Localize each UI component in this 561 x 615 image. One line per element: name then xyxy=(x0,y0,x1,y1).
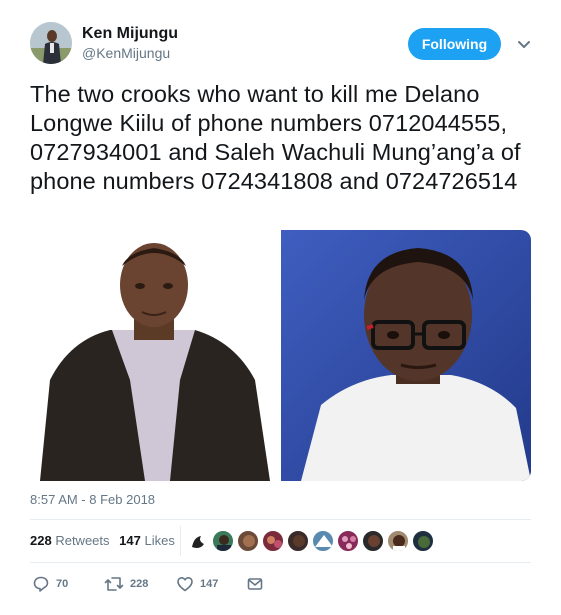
likes-label: Likes xyxy=(144,533,175,548)
tweet-photo-2[interactable] xyxy=(281,230,531,481)
liker-avatar[interactable] xyxy=(387,530,409,552)
user-handle[interactable]: @KenMijungu xyxy=(82,44,178,62)
stats-separator xyxy=(180,526,181,556)
liker-avatar[interactable] xyxy=(237,530,259,552)
liker-avatar[interactable] xyxy=(312,530,334,552)
tweet-photo-1[interactable] xyxy=(30,230,279,481)
reply-count: 70 xyxy=(56,578,69,590)
like-button[interactable]: 147 xyxy=(176,574,218,594)
retweets-label: Retweets xyxy=(55,533,110,548)
chevron-down-icon[interactable] xyxy=(516,36,532,52)
avatar[interactable] xyxy=(30,22,72,64)
liker-avatar[interactable] xyxy=(362,530,384,552)
divider xyxy=(30,519,531,520)
liker-avatar[interactable] xyxy=(412,530,434,552)
divider xyxy=(30,562,531,563)
retweet-icon xyxy=(104,577,124,591)
liker-avatar[interactable] xyxy=(287,530,309,552)
retweet-button[interactable]: 228 xyxy=(104,574,148,594)
likes-stat[interactable]: 147 Likes xyxy=(119,532,175,550)
display-name[interactable]: Ken Mijungu xyxy=(82,24,178,44)
liker-avatar[interactable] xyxy=(262,530,284,552)
liker-avatar[interactable] xyxy=(187,530,209,552)
tweet-header: Ken Mijungu @KenMijungu Following xyxy=(30,22,540,66)
direct-message-button[interactable] xyxy=(246,574,264,594)
likes-count: 147 xyxy=(119,533,141,548)
retweets-stat[interactable]: 228 Retweets xyxy=(30,532,110,550)
like-count: 147 xyxy=(200,578,219,590)
reply-button[interactable]: 70 xyxy=(32,574,68,594)
tweet-stats: 228 Retweets 147 Likes xyxy=(30,526,181,556)
reply-icon xyxy=(33,576,49,592)
retweets-count: 228 xyxy=(30,533,52,548)
following-button[interactable]: Following xyxy=(408,28,501,60)
user-names: Ken Mijungu @KenMijungu xyxy=(82,24,178,62)
heart-icon xyxy=(177,577,193,592)
retweet-count: 228 xyxy=(130,578,149,590)
message-icon xyxy=(247,578,263,590)
liker-avatar[interactable] xyxy=(212,530,234,552)
tweet-timestamp[interactable]: 8:57 AM - 8 Feb 2018 xyxy=(30,492,155,507)
tweet-text: The two crooks who want to kill me Delan… xyxy=(30,81,521,194)
liker-avatar[interactable] xyxy=(337,530,359,552)
